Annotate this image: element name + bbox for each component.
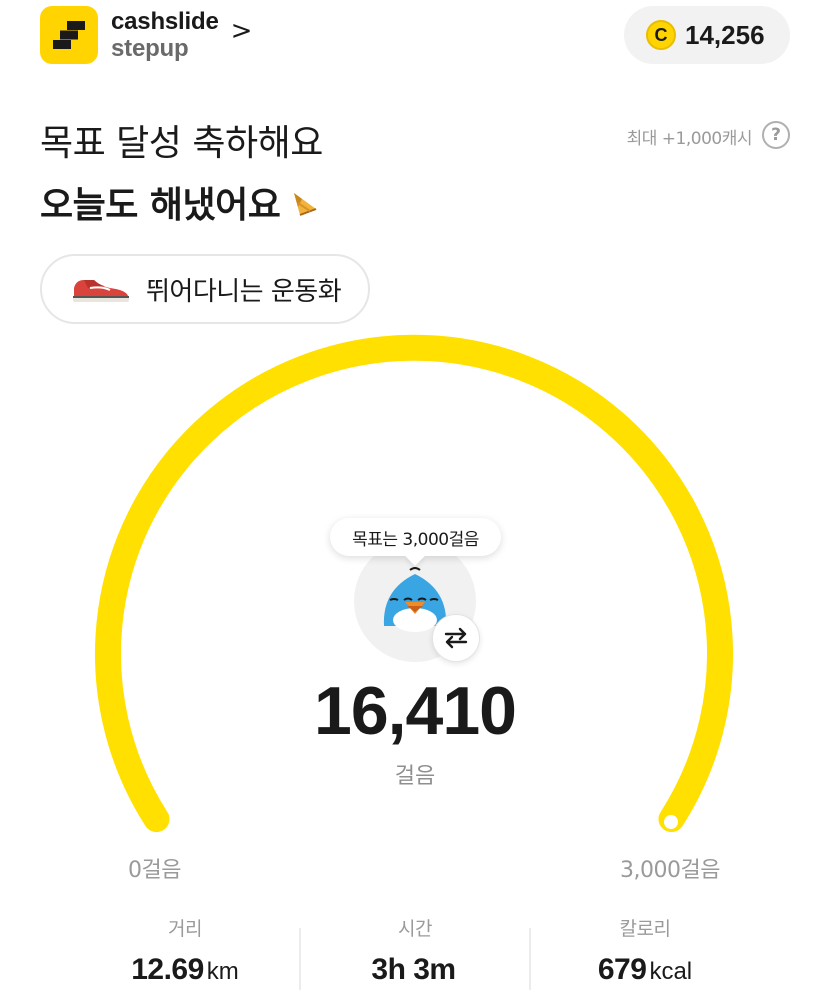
stat-time: 시간 3h 3m [300, 914, 530, 987]
question-icon[interactable]: ? [762, 121, 790, 149]
stat-value: 679 kcal [530, 953, 760, 987]
chevron-right-icon: > [230, 16, 253, 46]
stat-number: 12.69 [131, 953, 204, 986]
goal-tooltip: 목표는 3,000걸음 [330, 518, 501, 556]
shoe-label: 뛰어다니는 운동화 [146, 276, 342, 307]
stat-label: 시간 [398, 918, 432, 940]
party-horn-icon [294, 193, 317, 216]
shoe-selector-button[interactable]: 뛰어다니는 운동화 [40, 254, 370, 324]
stat-number: 679 [597, 953, 647, 986]
brand-name: cashslide stepup [111, 7, 219, 62]
subtitle-text: 오늘도 해냈어요 [40, 185, 281, 226]
brand-link[interactable]: cashslide stepup > [40, 6, 252, 64]
stat-value: 3h 3m [300, 953, 530, 987]
page-title: 목표 달성 축하해요 [40, 123, 323, 164]
stat-label: 칼로리 [619, 918, 671, 940]
step-count: 16,410 [314, 673, 517, 749]
gauge-min-label: 0걸음 [128, 858, 181, 883]
max-reward-text: 최대 +1,000캐시 [626, 129, 753, 149]
cash-balance-button[interactable]: C 14,256 [624, 6, 790, 64]
cashslide-logo-icon [40, 6, 98, 64]
stat-unit: kcal [649, 958, 693, 985]
coin-icon: C [646, 20, 676, 50]
stat-number: 3h 3m [371, 953, 456, 986]
brand-line1: cashslide [111, 7, 219, 35]
brand-line2: stepup [111, 34, 189, 62]
step-unit: 걸음 [394, 764, 436, 789]
gauge-end-knob [664, 815, 678, 829]
page-subtitle: 오늘도 해냈어요 [40, 176, 320, 228]
stat-value: 12.69 km [70, 953, 300, 987]
swap-arrows-icon [444, 627, 468, 649]
gauge-max-label: 3,000걸음 [620, 858, 720, 883]
swap-button[interactable] [432, 614, 480, 662]
stat-unit: km [206, 958, 239, 985]
stat-distance: 거리 12.69 km [70, 914, 300, 987]
stat-calories: 칼로리 679 kcal [530, 914, 760, 987]
stat-label: 거리 [168, 918, 202, 940]
app-header: cashslide stepup > C 14,256 [0, 0, 830, 72]
cash-amount: 14,256 [685, 19, 765, 50]
sneaker-icon [73, 280, 129, 302]
